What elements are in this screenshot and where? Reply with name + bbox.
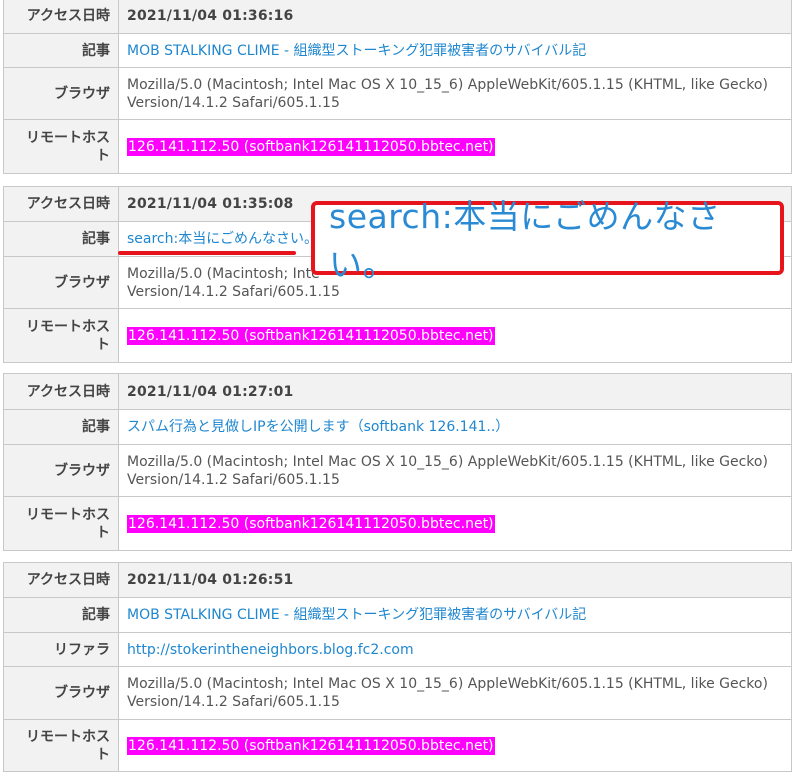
access-time-value: 2021/11/04 01:27:01 [118, 373, 792, 410]
browser-label: ブラウザ [3, 666, 119, 720]
article-label: 記事 [3, 409, 119, 445]
browser-line-1: Mozilla/5.0 (Macintosh; Intel Mac OS X 1… [127, 76, 768, 93]
access-time-label: アクセス日時 [3, 562, 119, 598]
browser-value: Mozilla/5.0 (Macintosh; Intel Mac OS X 1… [118, 444, 792, 497]
access-time-label: アクセス日時 [3, 373, 119, 410]
access-time-value: 2021/11/04 01:26:51 [118, 562, 792, 598]
browser-label: ブラウザ [3, 256, 119, 309]
remote-host-value: 126.141.112.50 (softbank126141112050.bbt… [127, 137, 495, 156]
highlight-underline [118, 251, 296, 255]
referrer-label: リファラ [3, 632, 119, 667]
access-log-entry: アクセス日時 2021/11/04 01:36:16 記事 MOB STALKI… [3, 0, 792, 174]
remote-host-label: リモートホス ト [3, 119, 119, 174]
callout-box: search:本当にごめんなさい。 [311, 197, 784, 284]
article-link[interactable]: MOB STALKING CLIME - 組織型ストーキング犯罪被害者のサバイバ… [127, 607, 586, 623]
article-link[interactable]: スパム行為と見做しIPを公開します（softbank 126.141..） [127, 419, 509, 435]
browser-label: ブラウザ [3, 444, 119, 497]
article-label: 記事 [3, 221, 119, 257]
article-link[interactable]: search:本当にごめんなさい。 [127, 231, 318, 247]
access-time-label: アクセス日時 [3, 186, 119, 222]
browser-line-2: Version/14.1.2 Safari/605.1.15 [127, 694, 340, 710]
remote-host-label: リモートホス ト [3, 496, 119, 551]
browser-value: Mozilla/5.0 (Macintosh; Intel Mac OS X 1… [118, 67, 792, 120]
article-label: 記事 [3, 33, 119, 68]
remote-host-value: 126.141.112.50 (softbank126141112050.bbt… [127, 326, 495, 345]
access-log-entry: アクセス日時 2021/11/04 01:27:01 記事 スパム行為と見做しI… [3, 373, 792, 551]
browser-line-2: Version/14.1.2 Safari/605.1.15 [127, 471, 340, 488]
referrer-link[interactable]: http://stokerintheneighbors.blog.fc2.com [127, 642, 414, 658]
article-link[interactable]: MOB STALKING CLIME - 組織型ストーキング犯罪被害者のサバイバ… [127, 43, 586, 59]
remote-host-value: 126.141.112.50 (softbank126141112050.bbt… [127, 736, 495, 755]
browser-line-1: Mozilla/5.0 (Macintosh; Intel Mac OS X 1… [127, 453, 768, 470]
access-time-label: アクセス日時 [3, 0, 119, 34]
callout-text: search:本当にごめんなさい。 [329, 197, 721, 284]
article-label: 記事 [3, 597, 119, 633]
remote-host-label: リモートホス ト [3, 719, 119, 772]
browser-line-2: Version/14.1.2 Safari/605.1.15 [127, 94, 340, 111]
browser-value: Mozilla/5.0 (Macintosh; Intel Mac OS X 1… [118, 666, 792, 720]
remote-host-value: 126.141.112.50 (softbank126141112050.bbt… [127, 514, 495, 533]
access-time-value: 2021/11/04 01:36:16 [118, 0, 792, 34]
browser-line-1: Mozilla/5.0 (Macintosh; Intel Mac OS X 1… [127, 676, 768, 692]
remote-host-label: リモートホス ト [3, 308, 119, 363]
browser-label: ブラウザ [3, 67, 119, 120]
access-log-entry: アクセス日時 2021/11/04 01:26:51 記事 MOB STALKI… [3, 562, 792, 772]
